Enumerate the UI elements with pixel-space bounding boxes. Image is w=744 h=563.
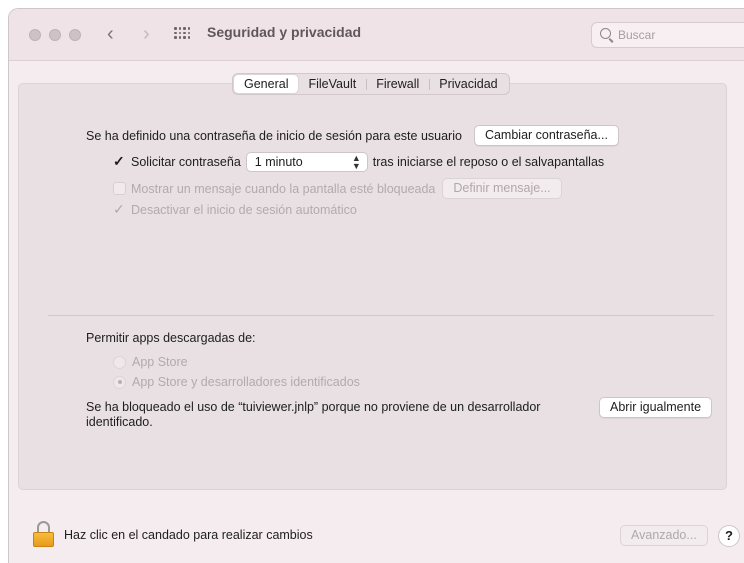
downloads-heading-text: Permitir apps descargadas de:	[86, 331, 256, 345]
radio-app-store-label: App Store	[132, 355, 188, 369]
tab-bar: General FileVault Firewall Privacidad	[232, 73, 510, 95]
grid-icon[interactable]	[174, 27, 190, 41]
radio-app-store[interactable]: App Store	[113, 355, 188, 369]
tab-firewall[interactable]: Firewall	[366, 75, 429, 93]
title-bar: ‹ › Seguridad y privacidad	[9, 9, 744, 61]
help-icon[interactable]: ?	[718, 525, 740, 547]
password-set-text: Se ha definido una contraseña de inicio …	[86, 128, 462, 143]
set-message-button[interactable]: Definir mensaje...	[442, 178, 562, 199]
tab-filevault[interactable]: FileVault	[298, 75, 366, 93]
back-icon[interactable]: ‹	[107, 22, 114, 46]
advanced-row: Avanzado...	[620, 525, 708, 546]
search-icon	[600, 28, 611, 39]
change-password-button[interactable]: Cambiar contraseña...	[473, 125, 619, 146]
radio-identified-developers-label: App Store y desarrolladores identificado…	[132, 375, 360, 389]
lock-icon[interactable]	[33, 521, 54, 547]
require-password-checkbox[interactable]	[113, 153, 126, 170]
window-title: Seguridad y privacidad	[207, 24, 362, 40]
disable-autologin-row: Desactivar el inicio de sesión automátic…	[113, 201, 357, 218]
tab-privacidad[interactable]: Privacidad	[429, 75, 507, 93]
radio-identified-developers[interactable]: App Store y desarrolladores identificado…	[113, 375, 360, 389]
downloads-heading: Permitir apps descargadas de:	[86, 331, 256, 345]
password-delay-select[interactable]: 1 minuto ▲ ▼	[245, 152, 368, 172]
search-field[interactable]	[591, 22, 744, 48]
open-anyway-row: Abrir igualmente	[599, 397, 713, 418]
require-password-suffix: tras iniciarse el reposo o el salvapanta…	[372, 155, 605, 169]
forward-icon[interactable]: ›	[143, 22, 150, 46]
lock-hint-text: Haz clic en el candado para realizar cam…	[64, 528, 313, 542]
disable-autologin-checkbox[interactable]	[113, 201, 126, 218]
password-delay-value: 1 minuto	[254, 155, 303, 169]
password-row: Se ha definido una contraseña de inicio …	[86, 125, 619, 146]
show-message-checkbox[interactable]	[113, 182, 126, 195]
open-anyway-button[interactable]: Abrir igualmente	[599, 397, 713, 418]
disable-autologin-label: Desactivar el inicio de sesión automátic…	[131, 203, 357, 217]
search-input[interactable]	[618, 27, 728, 43]
show-message-label: Mostrar un mensaje cuando la pantalla es…	[131, 181, 436, 196]
advanced-button[interactable]: Avanzado...	[620, 525, 708, 546]
require-password-label: Solicitar contraseña	[131, 155, 241, 169]
minimize-window-button[interactable]	[49, 29, 61, 41]
blocked-app-line-1: Se ha bloqueado el uso de “tuiviewer.jnl…	[86, 400, 540, 414]
blocked-app-text-2: identificado.	[86, 415, 153, 429]
show-message-row: Mostrar un mensaje cuando la pantalla es…	[113, 178, 562, 199]
zoom-window-button[interactable]	[69, 29, 81, 41]
section-divider	[48, 315, 714, 316]
blocked-app-text-1: Se ha bloqueado el uso de “tuiviewer.jnl…	[86, 400, 541, 414]
close-window-button[interactable]	[29, 29, 41, 41]
radio-identified-developers-button[interactable]	[113, 375, 126, 389]
radio-app-store-button[interactable]	[113, 355, 126, 369]
chevron-updown-icon: ▲ ▼	[351, 153, 361, 171]
tab-general[interactable]: General	[234, 75, 299, 93]
require-password-row: Solicitar contraseña 1 minuto ▲▼ tras in…	[113, 152, 604, 172]
blocked-app-line-2: identificado.	[86, 415, 153, 429]
